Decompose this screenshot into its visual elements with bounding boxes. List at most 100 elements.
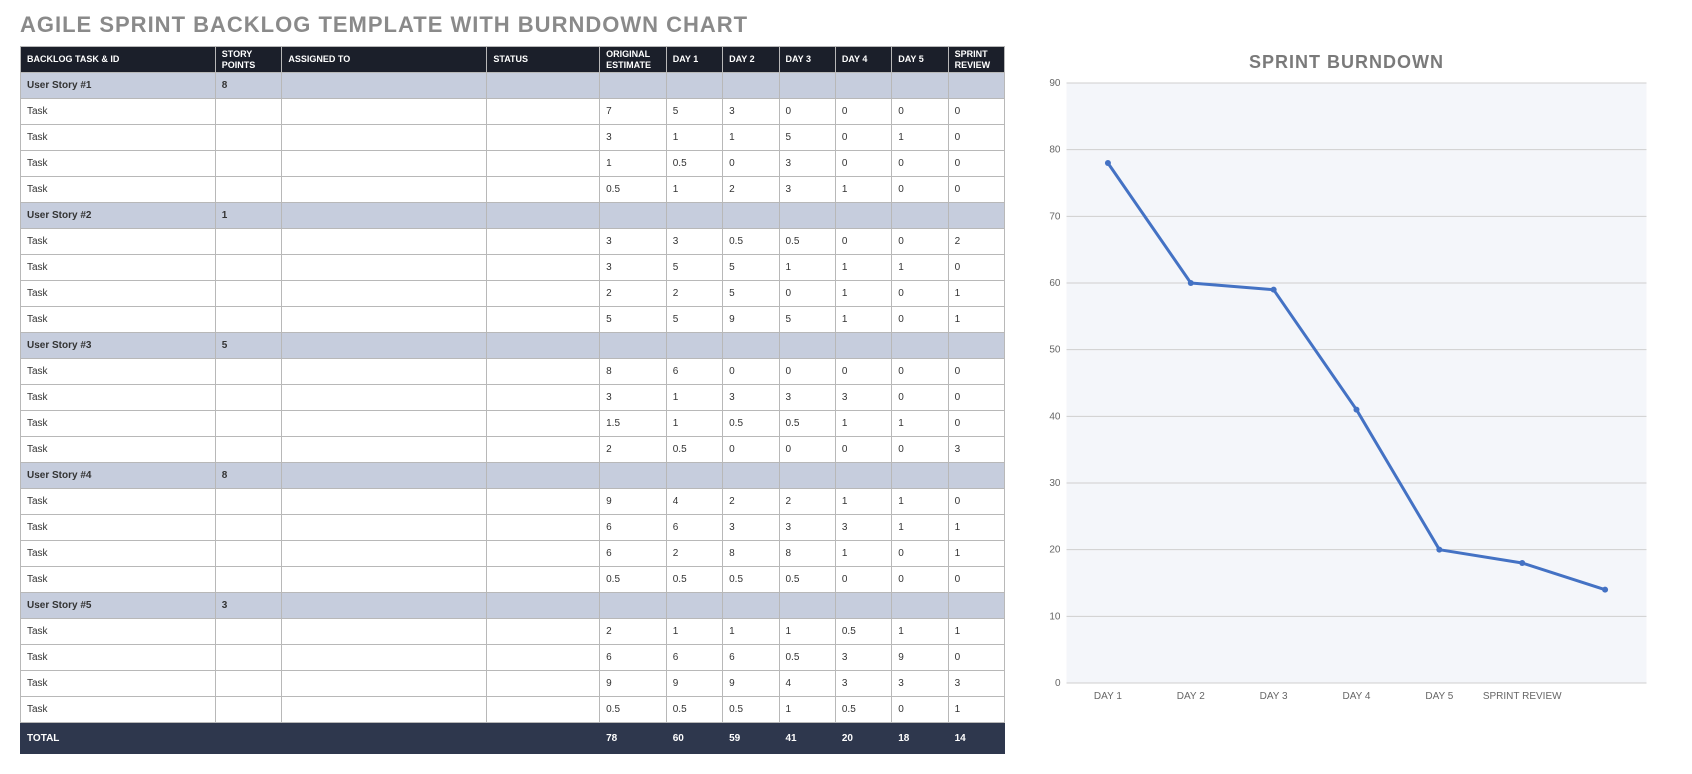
cell[interactable]: Task (21, 281, 216, 307)
cell[interactable] (282, 385, 487, 411)
cell[interactable] (487, 411, 600, 437)
cell[interactable]: 5 (723, 255, 779, 281)
cell[interactable]: Task (21, 619, 216, 645)
cell[interactable]: 8 (600, 359, 667, 385)
cell[interactable]: 5 (215, 333, 282, 359)
cell[interactable] (282, 229, 487, 255)
cell[interactable]: 1 (600, 151, 667, 177)
cell[interactable]: 6 (666, 645, 722, 671)
cell[interactable]: 1 (723, 619, 779, 645)
cell[interactable]: 0.5 (666, 151, 722, 177)
cell[interactable]: 1 (215, 203, 282, 229)
cell[interactable]: 0.5 (779, 411, 835, 437)
cell[interactable]: 1 (666, 619, 722, 645)
cell[interactable] (282, 73, 487, 99)
cell[interactable] (282, 255, 487, 281)
cell[interactable] (487, 73, 600, 99)
cell[interactable]: 0 (948, 385, 1004, 411)
cell[interactable] (487, 541, 600, 567)
cell[interactable] (487, 125, 600, 151)
cell[interactable]: 1 (892, 411, 948, 437)
cell[interactable]: 6 (723, 645, 779, 671)
cell[interactable]: 3 (779, 177, 835, 203)
cell[interactable] (835, 463, 891, 489)
cell[interactable]: 3 (600, 385, 667, 411)
cell[interactable]: 0.5 (600, 567, 667, 593)
cell[interactable] (892, 593, 948, 619)
cell[interactable] (487, 593, 600, 619)
cell[interactable] (948, 73, 1004, 99)
cell[interactable]: 0 (892, 281, 948, 307)
cell[interactable]: 9 (723, 307, 779, 333)
cell[interactable]: 0.5 (779, 567, 835, 593)
cell[interactable]: Task (21, 177, 216, 203)
cell[interactable]: 9 (666, 671, 722, 697)
cell[interactable] (487, 567, 600, 593)
cell[interactable] (835, 593, 891, 619)
cell[interactable]: 3 (666, 229, 722, 255)
cell[interactable]: 3 (215, 593, 282, 619)
cell[interactable] (487, 723, 600, 754)
cell[interactable] (600, 333, 667, 359)
cell[interactable] (282, 281, 487, 307)
cell[interactable] (215, 645, 282, 671)
cell[interactable] (666, 333, 722, 359)
cell[interactable]: 0.5 (723, 229, 779, 255)
cell[interactable]: 1 (666, 411, 722, 437)
cell[interactable] (779, 593, 835, 619)
cell[interactable]: 1 (892, 619, 948, 645)
cell[interactable] (282, 437, 487, 463)
cell[interactable]: 1 (835, 411, 891, 437)
cell[interactable]: 3 (835, 385, 891, 411)
cell[interactable] (282, 151, 487, 177)
cell[interactable]: 0 (723, 437, 779, 463)
cell[interactable]: 3 (948, 671, 1004, 697)
cell[interactable] (666, 593, 722, 619)
cell[interactable]: 0 (948, 411, 1004, 437)
cell[interactable]: 0 (948, 645, 1004, 671)
cell[interactable]: 5 (666, 99, 722, 125)
cell[interactable] (948, 463, 1004, 489)
cell[interactable]: 3 (600, 125, 667, 151)
cell[interactable] (282, 619, 487, 645)
cell[interactable] (487, 671, 600, 697)
cell[interactable]: 1 (948, 619, 1004, 645)
cell[interactable] (282, 333, 487, 359)
cell[interactable]: Task (21, 307, 216, 333)
cell[interactable]: 2 (666, 541, 722, 567)
cell[interactable]: 0 (892, 229, 948, 255)
cell[interactable] (487, 229, 600, 255)
cell[interactable] (487, 463, 600, 489)
cell[interactable]: 2 (948, 229, 1004, 255)
cell[interactable]: 3 (723, 99, 779, 125)
cell[interactable]: Task (21, 567, 216, 593)
cell[interactable] (487, 333, 600, 359)
cell[interactable] (600, 593, 667, 619)
cell[interactable]: 0.5 (600, 177, 667, 203)
cell[interactable] (282, 125, 487, 151)
cell[interactable] (215, 229, 282, 255)
cell[interactable]: Task (21, 489, 216, 515)
cell[interactable]: 78 (600, 723, 667, 754)
cell[interactable] (215, 515, 282, 541)
cell[interactable]: 0 (835, 125, 891, 151)
cell[interactable] (948, 203, 1004, 229)
cell[interactable] (666, 73, 722, 99)
cell[interactable]: 0 (892, 437, 948, 463)
cell[interactable]: 0 (892, 99, 948, 125)
cell[interactable]: 1 (779, 619, 835, 645)
cell[interactable]: 1 (892, 489, 948, 515)
cell[interactable]: User Story #2 (21, 203, 216, 229)
cell[interactable] (487, 645, 600, 671)
cell[interactable] (215, 489, 282, 515)
cell[interactable]: 3 (948, 437, 1004, 463)
cell[interactable]: 1 (835, 281, 891, 307)
cell[interactable] (282, 359, 487, 385)
cell[interactable]: 0.5 (666, 567, 722, 593)
cell[interactable] (282, 723, 487, 754)
cell[interactable]: 0 (892, 177, 948, 203)
cell[interactable] (215, 567, 282, 593)
cell[interactable] (779, 333, 835, 359)
cell[interactable] (600, 463, 667, 489)
cell[interactable] (282, 541, 487, 567)
